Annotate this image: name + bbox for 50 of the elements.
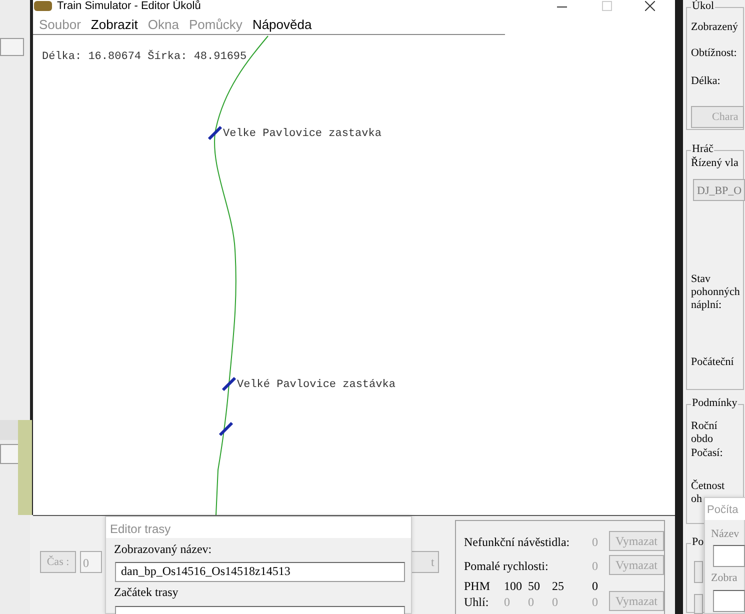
name-field[interactable]	[713, 545, 745, 567]
menu-item[interactable]: Zobrazit	[86, 16, 143, 32]
display-field[interactable]	[713, 590, 745, 612]
field-label: Počasí:	[691, 447, 724, 460]
row-label: PHM	[464, 579, 490, 594]
field-label: Stav pohonných náplní:	[691, 273, 741, 313]
row-label: Nefunkční návěstidla:	[464, 535, 570, 550]
text-field[interactable]	[694, 561, 703, 583]
value-cell: 0	[528, 595, 534, 610]
value-cell: 0	[592, 559, 598, 574]
station-marker[interactable]	[218, 422, 234, 436]
value-cell: 0	[592, 535, 598, 550]
field-label: Název	[711, 528, 740, 542]
close-icon[interactable]	[645, 1, 655, 11]
route-start-field[interactable]	[115, 606, 405, 614]
field-label: Obtížnost:	[691, 47, 737, 60]
display-name-field[interactable]: dan_bp_Os14516_Os14518z14513	[115, 562, 405, 582]
station-label: Velké Pavlovice zastávka	[237, 378, 396, 393]
time-button[interactable]: Čas :	[40, 551, 76, 573]
value-cell: 0	[552, 595, 558, 610]
field-label: Počáteční	[691, 356, 734, 370]
value-cell: 50	[528, 579, 540, 594]
left-bar	[0, 38, 24, 56]
value-cell: 0	[592, 579, 598, 594]
window-title: Počíta	[705, 498, 745, 520]
value-cell: 100	[504, 579, 522, 594]
value-cell: 25	[552, 579, 564, 594]
row-label: Uhlí:	[464, 595, 489, 610]
field-label: Řízený vla	[691, 157, 738, 170]
field-label: Zobrazovaný název:	[114, 542, 212, 556]
field-label: Zobra	[711, 572, 738, 586]
clear-button[interactable]: Vymazat	[609, 531, 664, 551]
coordinates-text: Délka: 16.80674 Šírka: 48.91695	[42, 49, 247, 65]
row-label: Pomalé rychlosti:	[464, 559, 548, 574]
time-field[interactable]: 0	[80, 551, 102, 573]
field-label: Začátek trasy	[114, 585, 178, 600]
station-marker[interactable]	[222, 376, 236, 392]
station-label: Velke Pavlovice zastavka	[223, 127, 382, 142]
station-marker[interactable]	[208, 126, 222, 140]
group-legend: Podmínky	[691, 397, 738, 410]
field-label: Roční obdo	[691, 420, 718, 446]
window-title: Editor trasy	[106, 517, 411, 538]
field-label: Délka:	[691, 75, 720, 88]
value-cell: 0	[592, 595, 598, 610]
field-label: Zobrazený	[691, 21, 738, 34]
train-field[interactable]: DJ_BP_O	[693, 179, 745, 201]
clear-button[interactable]: Vymazat	[609, 591, 664, 611]
value-cell: 0	[504, 595, 510, 610]
clear-button[interactable]: Vymazat	[609, 555, 664, 575]
menu-item[interactable]: Nápověda	[247, 16, 317, 32]
